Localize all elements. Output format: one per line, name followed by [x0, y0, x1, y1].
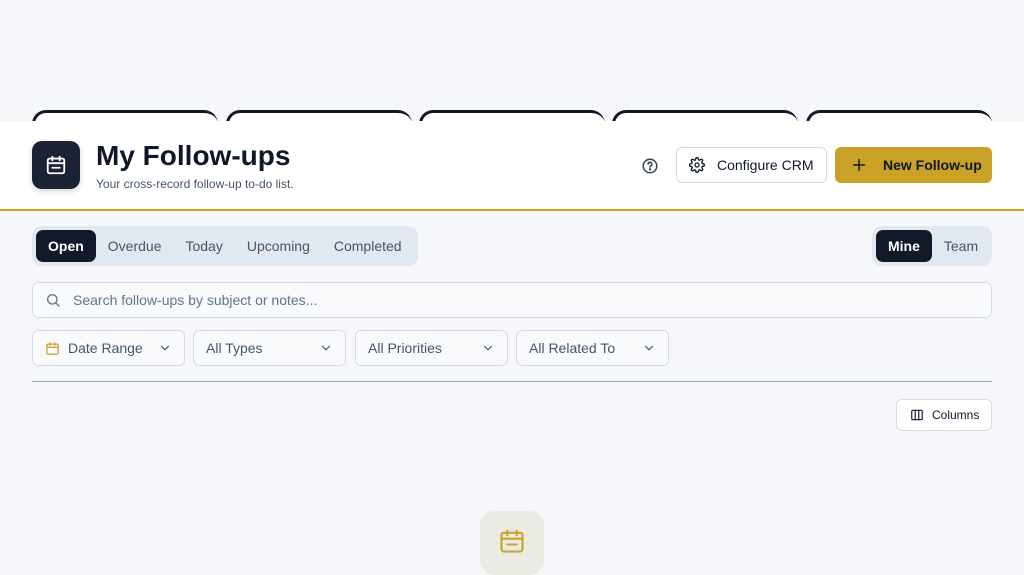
chevron-down-icon: [160, 345, 170, 351]
tab-team[interactable]: Team: [932, 230, 990, 262]
tab-open[interactable]: Open: [36, 230, 96, 262]
new-follow-up-button[interactable]: New Follow-up: [835, 147, 992, 183]
chevron-down-icon: [483, 345, 493, 351]
tab-today[interactable]: Today: [173, 230, 234, 262]
page-title: My Follow-ups: [96, 140, 291, 171]
tab-upcoming[interactable]: Upcoming: [235, 230, 322, 262]
page-header: My Follow-ups Your cross-record follow-u…: [0, 121, 1024, 211]
chevron-down-icon: [321, 345, 331, 351]
related-to-filter[interactable]: All Related To: [516, 330, 669, 366]
columns-icon: [911, 409, 923, 421]
configure-crm-label: Configure CRM: [717, 157, 814, 173]
stat-cards-strip: [0, 0, 1024, 140]
gear-icon: [689, 157, 705, 173]
columns-label: Columns: [932, 408, 980, 422]
new-follow-up-label: New Follow-up: [883, 157, 982, 173]
type-filter-label: All Types: [206, 340, 263, 356]
tab-overdue[interactable]: Overdue: [96, 230, 174, 262]
configure-crm-button[interactable]: Configure CRM: [676, 147, 827, 183]
columns-button[interactable]: Columns: [896, 399, 992, 431]
calendar-icon: [46, 341, 59, 355]
search-icon: [47, 294, 60, 307]
help-icon[interactable]: [640, 156, 660, 176]
status-tabs: Open Overdue Today Upcoming Completed: [32, 226, 418, 266]
priority-filter-label: All Priorities: [368, 340, 442, 356]
calendar-icon: [32, 141, 80, 189]
empty-state-icon: [480, 511, 544, 575]
tab-mine[interactable]: Mine: [876, 230, 932, 262]
search-bar: [32, 282, 992, 318]
search-input[interactable]: [73, 292, 953, 308]
scope-tabs: Mine Team: [872, 226, 992, 266]
date-range-filter[interactable]: Date Range: [32, 330, 185, 366]
priority-filter[interactable]: All Priorities: [355, 330, 508, 366]
page-subtitle: Your cross-record follow-up to-do list.: [96, 177, 294, 191]
plus-icon: [852, 158, 866, 172]
type-filter[interactable]: All Types: [193, 330, 346, 366]
divider: [32, 381, 992, 382]
calendar-icon: [500, 529, 524, 553]
related-to-filter-label: All Related To: [529, 340, 616, 356]
date-range-label: Date Range: [68, 340, 143, 356]
tab-completed[interactable]: Completed: [322, 230, 414, 262]
chevron-down-icon: [644, 345, 654, 351]
